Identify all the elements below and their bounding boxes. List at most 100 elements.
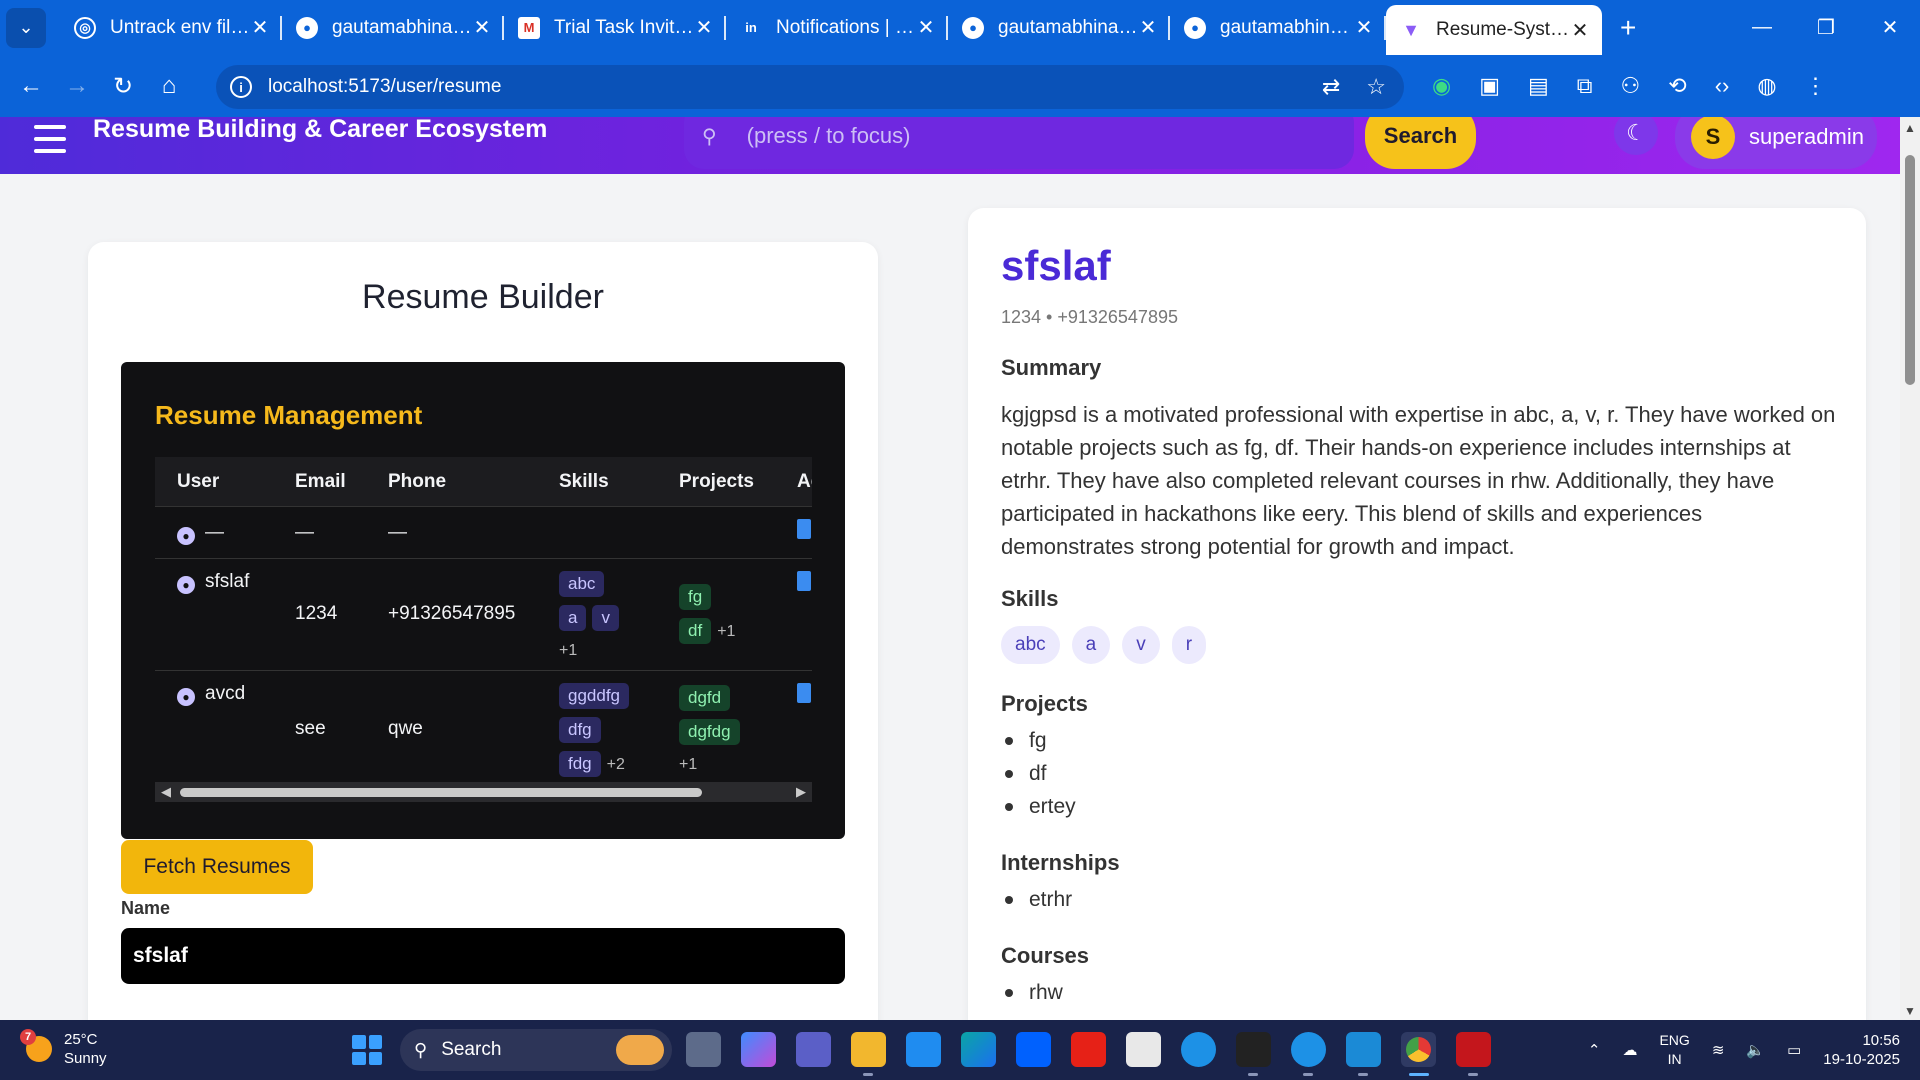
back-icon[interactable]: ←: [8, 63, 54, 109]
browser-tab-active[interactable]: ▼ Resume-System ✕: [1386, 5, 1602, 55]
new-tab-button[interactable]: +: [1620, 12, 1636, 44]
teams-icon[interactable]: [796, 1032, 831, 1067]
chevron-up-icon[interactable]: ⌃: [1588, 1041, 1601, 1059]
devtools-icon[interactable]: ‹›: [1715, 73, 1730, 99]
scroll-left-icon[interactable]: ◀: [161, 784, 171, 800]
reload-icon[interactable]: ↻: [100, 63, 146, 109]
scroll-up-icon[interactable]: ▲: [1904, 121, 1916, 135]
store-icon[interactable]: [906, 1032, 941, 1067]
table-horizontal-scrollbar[interactable]: ◀ ▶: [155, 782, 812, 802]
home-icon[interactable]: ⌂: [146, 63, 192, 109]
amazon-icon[interactable]: [1126, 1032, 1161, 1067]
weather-condition: Sunny: [64, 1050, 107, 1067]
skills-heading: Skills: [1001, 586, 1059, 611]
close-tab-icon[interactable]: ✕: [1138, 15, 1158, 40]
document-icon[interactable]: [797, 571, 811, 591]
vscode-icon[interactable]: [1346, 1032, 1381, 1076]
restore-icon[interactable]: ❐: [1796, 0, 1856, 55]
extension-icon[interactable]: ◉: [1432, 73, 1451, 99]
scrollbar-thumb[interactable]: [1905, 155, 1915, 385]
search-button[interactable]: Search: [1365, 117, 1476, 169]
onedrive-icon[interactable]: ☁: [1622, 1041, 1637, 1059]
close-tab-icon[interactable]: ✕: [1354, 15, 1374, 40]
minimize-icon[interactable]: —: [1732, 0, 1792, 55]
resume-name: sfslaf: [1001, 242, 1111, 289]
scrollbar-thumb[interactable]: [180, 788, 702, 797]
file-explorer-icon[interactable]: [851, 1032, 886, 1076]
taskbar-search[interactable]: ⚲ Search: [400, 1029, 672, 1071]
clock[interactable]: 10:56 19-10-2025: [1823, 1031, 1900, 1069]
table-row[interactable]: ● sfslaf 1234 +91326547895 abc av +1 fg d…: [155, 559, 812, 671]
google-translate-icon[interactable]: ▤: [1528, 73, 1549, 99]
table-row[interactable]: ● avcd see qwe ggddfg dfg fdg +2 dgfd dgfd…: [155, 671, 812, 779]
task-view-icon[interactable]: [686, 1032, 721, 1067]
wifi-icon[interactable]: ≋: [1712, 1041, 1725, 1059]
hamburger-menu-icon[interactable]: [34, 117, 66, 153]
browser-tab[interactable]: ●gautamabhinav/R✕: [948, 0, 1170, 55]
address-bar[interactable]: i localhost:5173/user/resume ⇄ ☆: [216, 65, 1404, 109]
search-input[interactable]: ⚲ (press / to focus): [684, 117, 1354, 169]
weather-widget[interactable]: 7 25°C Sunny: [20, 1029, 107, 1068]
linkedin-icon: in: [745, 20, 757, 35]
browser-tab[interactable]: ◎ Untrack env files ✕: [60, 0, 282, 55]
history-icon[interactable]: ⟲: [1668, 73, 1686, 99]
projects-heading: Projects: [1001, 691, 1088, 716]
extensions-area: ◉ ▣ ▤ ⧉ ⚇ ⟲ ‹› ◍ ⋮: [1432, 63, 1827, 109]
page-scrollbar[interactable]: ▲ ▼: [1900, 117, 1920, 1020]
name-field[interactable]: sfslaf: [121, 928, 845, 984]
list-item: ertey: [1001, 790, 1076, 823]
browser-tab[interactable]: M Trial Task Invitatio ✕: [504, 0, 726, 55]
battery-icon[interactable]: ▭: [1787, 1041, 1801, 1059]
list-item: etrhr: [1001, 883, 1072, 916]
browser-tab[interactable]: ●gautamabhinav/R✕: [282, 0, 504, 55]
chrome-icon[interactable]: [1401, 1032, 1436, 1076]
language-indicator[interactable]: ENG IN: [1659, 1031, 1689, 1069]
project-chip: df: [679, 618, 712, 644]
document-icon[interactable]: [797, 683, 811, 703]
linux-penguin-icon[interactable]: [1236, 1032, 1271, 1076]
more-count: +1: [559, 642, 578, 659]
copilot-icon[interactable]: [741, 1032, 776, 1067]
puzzle-extensions-icon[interactable]: ⧉: [1577, 73, 1593, 99]
fetch-resumes-button[interactable]: Fetch Resumes: [121, 840, 313, 894]
incognito-icon[interactable]: ⚇: [1621, 73, 1641, 99]
youtube-icon[interactable]: [1071, 1032, 1106, 1067]
app-header: Resume Building & Career Ecosystem ⚲ (pr…: [0, 117, 1900, 174]
list-item: fg: [1001, 724, 1076, 757]
skill-chip: ggddfg: [559, 683, 629, 709]
browser-tab[interactable]: in Notifications | Lin ✕: [726, 0, 948, 55]
edge-icon[interactable]: [961, 1032, 996, 1067]
volume-icon[interactable]: 🔈: [1746, 1041, 1765, 1059]
document-icon[interactable]: [797, 519, 811, 539]
url-text: localhost:5173/user/resume: [268, 76, 502, 97]
dropbox-icon[interactable]: [1016, 1032, 1051, 1067]
translate-icon[interactable]: ⇄: [1322, 74, 1340, 100]
scroll-down-icon[interactable]: ▼: [1904, 1004, 1916, 1018]
browser-tab[interactable]: ●gautamabhinav/R✕: [1170, 0, 1386, 55]
docker-icon[interactable]: [1181, 1032, 1216, 1067]
column-header: Email: [295, 471, 346, 492]
more-count: +1: [717, 623, 736, 640]
tab-search-button[interactable]: ⌄: [6, 7, 46, 48]
dark-mode-toggle-icon[interactable]: ☾: [1614, 117, 1658, 155]
close-tab-icon[interactable]: ✕: [472, 15, 492, 40]
bookmark-star-icon[interactable]: ☆: [1366, 74, 1386, 100]
site-info-icon[interactable]: i: [230, 76, 252, 98]
acrobat-icon[interactable]: [1456, 1032, 1491, 1076]
close-tab-icon[interactable]: ✕: [916, 15, 936, 40]
user-menu[interactable]: S superadmin: [1675, 117, 1877, 169]
translator-extension-icon[interactable]: ▣: [1479, 73, 1500, 99]
scroll-right-icon[interactable]: ▶: [796, 784, 806, 800]
profile-avatar-icon[interactable]: ◍: [1757, 73, 1776, 99]
browser-menu-icon[interactable]: ⋮: [1805, 73, 1827, 99]
close-window-icon[interactable]: ✕: [1860, 0, 1920, 55]
column-header: Skills: [559, 471, 609, 492]
phone-cell: —: [388, 522, 407, 543]
table-row[interactable]: ● — — —: [155, 507, 812, 559]
forward-icon[interactable]: →: [54, 63, 100, 109]
windows-start-icon[interactable]: [352, 1035, 382, 1065]
close-tab-icon[interactable]: ✕: [1570, 18, 1590, 43]
docker-desktop-icon[interactable]: [1291, 1032, 1326, 1076]
close-tab-icon[interactable]: ✕: [694, 15, 714, 40]
close-tab-icon[interactable]: ✕: [250, 15, 270, 40]
